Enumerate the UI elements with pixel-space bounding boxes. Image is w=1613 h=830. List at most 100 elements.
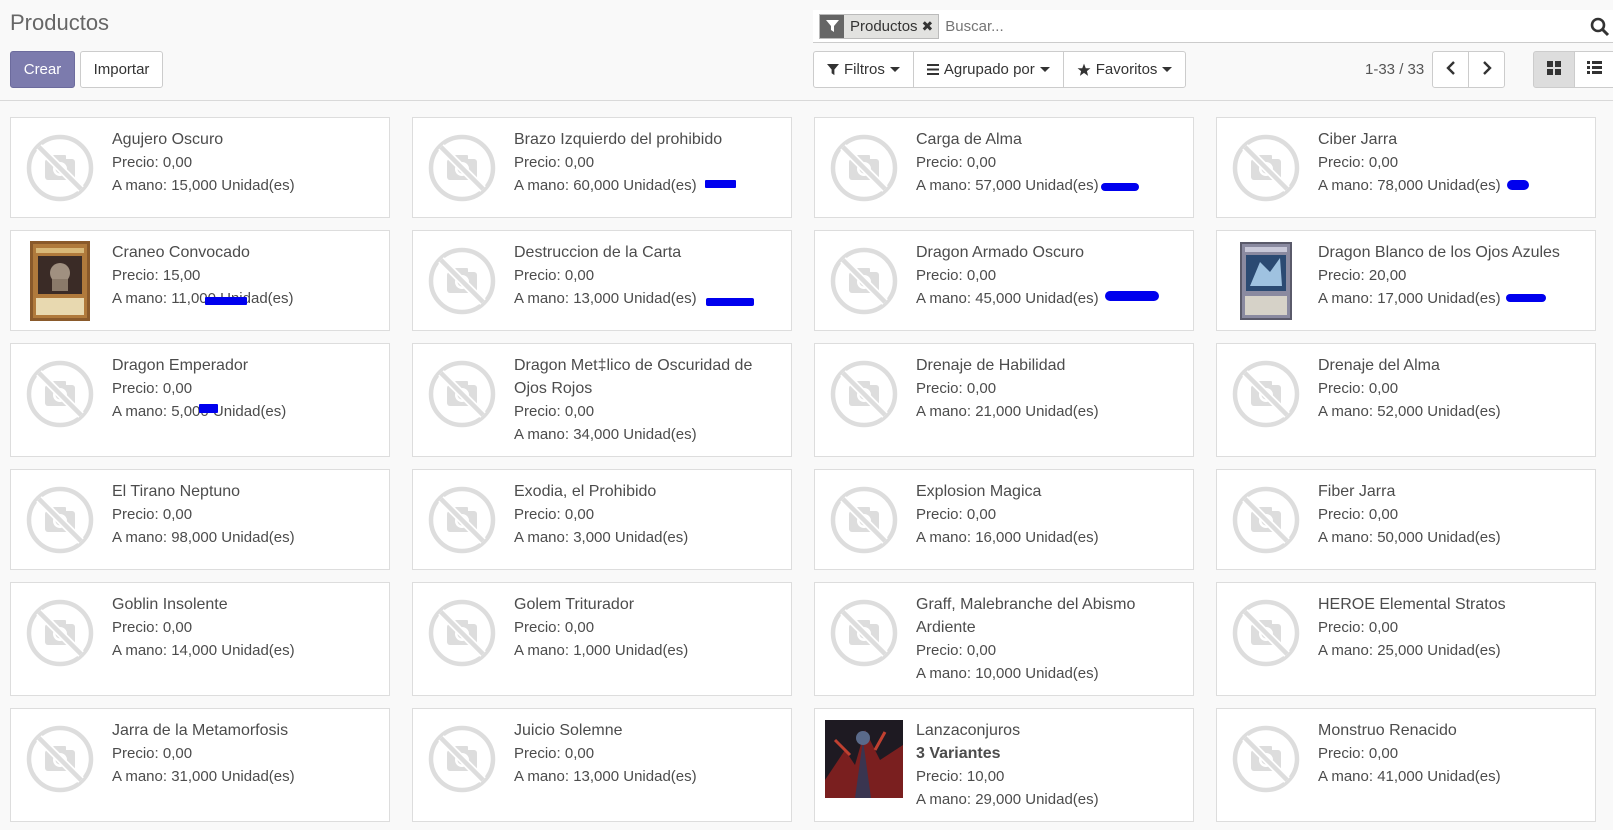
favorites-dropdown[interactable]: Favoritos: [1064, 52, 1186, 87]
product-card[interactable]: Drenaje de Habilidad Precio: 0,00 A mano: …: [814, 343, 1194, 457]
product-card[interactable]: Dragon Armado Oscuro Precio: 0,00 A mano: …: [814, 230, 1194, 331]
chevron-right-icon: [1482, 60, 1492, 79]
product-name: Juicio Solemne: [514, 722, 623, 739]
import-button[interactable]: Importar: [80, 51, 163, 88]
product-card[interactable]: Dragon Met‡lico de Oscuridad de Ojos Roj…: [412, 343, 792, 457]
product-name: Dragon Emperador: [112, 357, 249, 374]
product-card[interactable]: Juicio Solemne Precio: 0,00 A mano: 13,000…: [412, 708, 792, 822]
product-image: [1231, 241, 1301, 321]
product-price: Precio: 0,00: [514, 403, 595, 420]
no-image-placeholder-icon: [1231, 128, 1301, 208]
product-card[interactable]: Dragon Emperador Precio: 0,00 A mano: 5,00…: [10, 343, 390, 457]
product-onhand: A mano: 31,000 Unidad(es): [112, 768, 295, 785]
product-card[interactable]: Goblin Insolente Precio: 0,00 A mano: 14,0…: [10, 582, 390, 696]
product-card[interactable]: Brazo Izquierdo del prohibido Precio: 0,0…: [412, 117, 792, 218]
product-info: Juicio Solemne Precio: 0,00 A mano: 13,000…: [514, 719, 779, 788]
product-name: HEROE Elemental Stratos: [1318, 596, 1506, 613]
product-price: Precio: 0,00: [514, 506, 595, 523]
kanban-view-button[interactable]: [1533, 51, 1575, 88]
product-name: El Tirano Neptuno: [112, 483, 241, 500]
product-info: Fiber Jarra Precio: 0,00 A mano: 50,000 Un…: [1318, 480, 1583, 549]
product-onhand: A mano: 1,000 Unidad(es): [514, 642, 689, 659]
product-card[interactable]: Exodia, el Prohibido Precio: 0,00 A mano: …: [412, 469, 792, 570]
product-card[interactable]: Jarra de la Metamorfosis Precio: 0,00 A ma…: [10, 708, 390, 822]
close-icon[interactable]: ✖: [922, 18, 939, 35]
product-onhand: A mano: 14,000 Unidad(es): [112, 642, 295, 659]
product-card[interactable]: Monstruo Renacido Precio: 0,00 A mano: 41,…: [1216, 708, 1596, 822]
no-image-placeholder-icon: [427, 719, 497, 799]
product-card[interactable]: HEROE Elemental Stratos Precio: 0,00 A man…: [1216, 582, 1596, 696]
star-icon: [1077, 63, 1091, 77]
redaction-mark: [1506, 294, 1546, 302]
product-card[interactable]: Explosion Magica Precio: 0,00 A mano: 16,0…: [814, 469, 1194, 570]
product-name: Drenaje del Alma: [1318, 357, 1440, 374]
filters-dropdown[interactable]: Filtros: [814, 52, 914, 87]
search-facet[interactable]: Productos ✖: [819, 13, 940, 39]
redaction-mark: [705, 180, 736, 188]
product-card[interactable]: Graff, Malebranche del Abismo Ardiente Pr…: [814, 582, 1194, 696]
list-view-button[interactable]: [1574, 51, 1613, 88]
product-card[interactable]: Carga de Alma Precio: 0,00 A mano: 57,000 …: [814, 117, 1194, 218]
product-onhand: A mano: 57,000 Unidad(es): [916, 177, 1099, 194]
product-card[interactable]: Craneo Convocado Precio: 15,00 A mano: 11,…: [10, 230, 390, 331]
product-info: Graff, Malebranche del Abismo Ardiente Pr…: [916, 593, 1181, 685]
product-info: Drenaje del Alma Precio: 0,00 A mano: 52,0…: [1318, 354, 1583, 423]
product-price: Precio: 0,00: [1318, 506, 1399, 523]
product-onhand: A mano: 41,000 Unidad(es): [1318, 768, 1501, 785]
search-icon[interactable]: [1589, 16, 1611, 38]
product-card[interactable]: Lanzaconjuros 3 Variantes Precio: 10,00 A m…: [814, 708, 1194, 822]
product-card[interactable]: Agujero Oscuro Precio: 0,00 A mano: 15,000…: [10, 117, 390, 218]
no-image-placeholder-icon: [1231, 719, 1301, 799]
product-info: Brazo Izquierdo del prohibido Precio: 0,0…: [514, 128, 779, 197]
product-card[interactable]: Golem Triturador Precio: 0,00 A mano: 1,00…: [412, 582, 792, 696]
redaction-mark: [1101, 183, 1139, 191]
redaction-mark: [706, 298, 754, 306]
product-price: Precio: 0,00: [916, 642, 997, 659]
redaction-mark: [205, 297, 247, 305]
search-input[interactable]: [945, 17, 1613, 35]
no-image-placeholder-icon: [829, 241, 899, 321]
product-info: Lanzaconjuros 3 Variantes Precio: 10,00 A m…: [916, 719, 1181, 811]
no-image-placeholder-icon: [427, 354, 497, 434]
pager-value[interactable]: 1-33 / 33: [1365, 61, 1424, 78]
product-card[interactable]: Drenaje del Alma Precio: 0,00 A mano: 52,0…: [1216, 343, 1596, 457]
no-image-placeholder-icon: [25, 128, 95, 208]
product-card[interactable]: Dragon Blanco de los Ojos Azules Precio: …: [1216, 230, 1596, 331]
pager-next-button[interactable]: [1468, 51, 1505, 88]
product-price: Precio: 0,00: [514, 619, 595, 636]
product-onhand: A mano: 3,000 Unidad(es): [514, 529, 689, 546]
product-onhand: A mano: 29,000 Unidad(es): [916, 791, 1099, 808]
product-card[interactable]: El Tirano Neptuno Precio: 0,00 A mano: 98,…: [10, 469, 390, 570]
product-variants[interactable]: 3 Variantes: [916, 742, 1181, 765]
bars-icon: [926, 64, 939, 75]
no-image-placeholder-icon: [1231, 593, 1301, 673]
no-image-placeholder-icon: [427, 128, 497, 208]
product-name: Monstruo Renacido: [1318, 722, 1457, 739]
favorites-label: Favoritos: [1095, 61, 1158, 78]
product-onhand: A mano: 15,000 Unidad(es): [112, 177, 295, 194]
product-image: [25, 241, 95, 321]
product-info: Dragon Emperador Precio: 0,00 A mano: 5,00…: [112, 354, 377, 423]
redaction-mark: [1507, 180, 1529, 190]
product-price: Precio: 0,00: [916, 267, 997, 284]
product-price: Precio: 0,00: [112, 745, 193, 762]
product-card[interactable]: Destruccion de la Carta Precio: 0,00 A man…: [412, 230, 792, 331]
product-price: Precio: 0,00: [916, 380, 997, 397]
product-price: Precio: 0,00: [1318, 619, 1399, 636]
pager-previous-button[interactable]: [1432, 51, 1469, 88]
groupby-dropdown[interactable]: Agrupado por: [914, 52, 1064, 87]
product-card[interactable]: Fiber Jarra Precio: 0,00 A mano: 50,000 Un…: [1216, 469, 1596, 570]
product-info: Jarra de la Metamorfosis Precio: 0,00 A ma…: [112, 719, 377, 788]
product-name: Graff, Malebranche del Abismo Ardiente: [916, 596, 1136, 636]
product-onhand: A mano: 98,000 Unidad(es): [112, 529, 295, 546]
create-button[interactable]: Crear: [10, 51, 75, 88]
product-onhand: A mano: 5,000 Unidad(es): [112, 403, 287, 420]
product-price: Precio: 0,00: [916, 506, 997, 523]
search-bar: Productos ✖: [813, 10, 1613, 43]
product-price: Precio: 0,00: [112, 506, 193, 523]
product-card[interactable]: Ciber Jarra Precio: 0,00 A mano: 78,000 Un…: [1216, 117, 1596, 218]
product-price: Precio: 0,00: [112, 380, 193, 397]
product-info: Goblin Insolente Precio: 0,00 A mano: 14,0…: [112, 593, 377, 662]
product-price: Precio: 0,00: [1318, 745, 1399, 762]
filters-label: Filtros: [844, 61, 885, 78]
